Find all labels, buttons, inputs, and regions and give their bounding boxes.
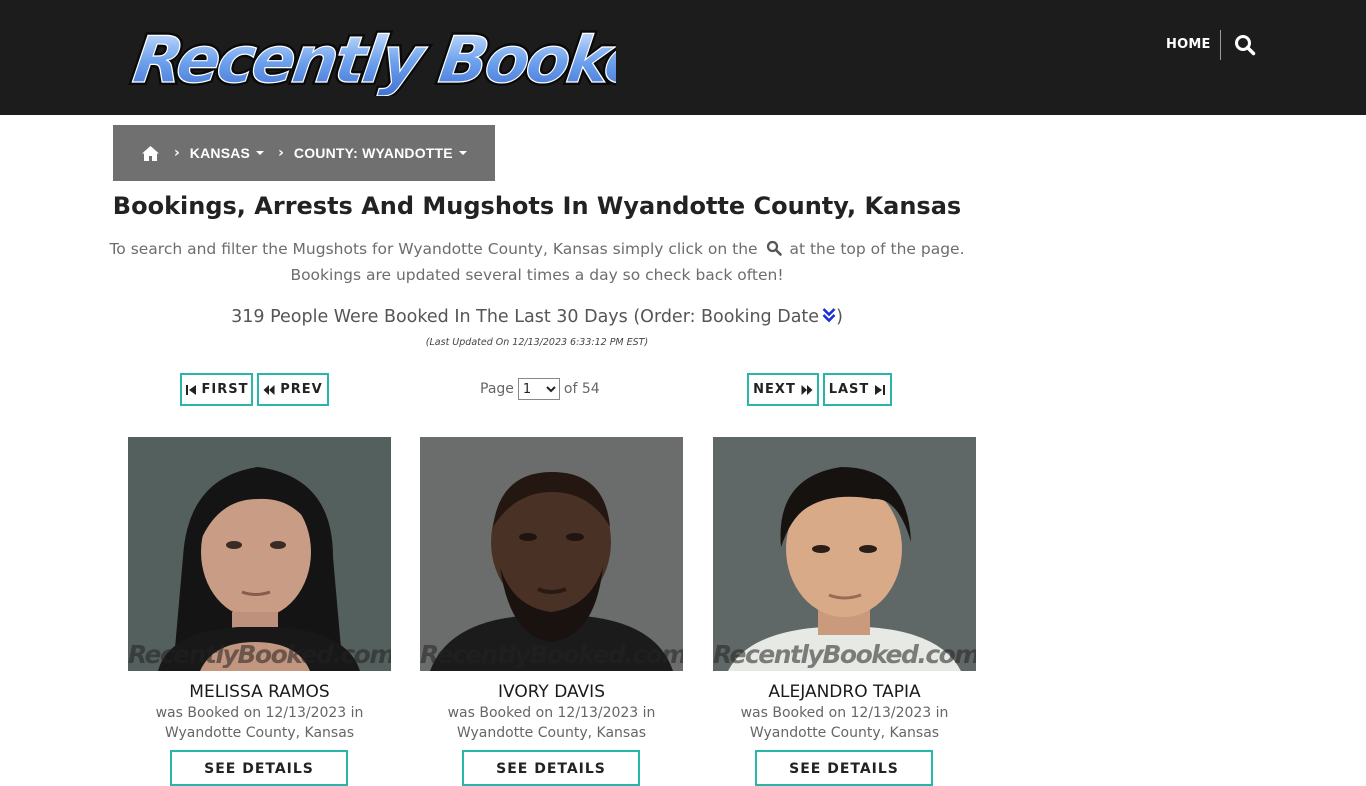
booking-info: was Booked on 12/13/2023 in xyxy=(155,705,364,721)
booking-count-text: 319 People Were Booked In The Last 30 Da… xyxy=(231,307,820,327)
booking-location: Wyandotte County, Kansas xyxy=(456,725,647,741)
svg-text:Recently Booked: Recently Booked xyxy=(129,23,616,96)
caret-down-icon xyxy=(256,151,265,155)
intro-text-line2: Bookings are updated several times a day… xyxy=(290,266,784,284)
home-icon[interactable] xyxy=(141,145,160,162)
last-page-button[interactable]: LAST xyxy=(823,373,892,406)
booking-location: Wyandotte County, Kansas xyxy=(749,725,940,741)
page-total: of 54 xyxy=(563,381,600,397)
last-page-icon xyxy=(875,384,886,395)
first-page-button[interactable]: FIRST xyxy=(180,373,253,406)
last-page-label: LAST xyxy=(828,382,870,397)
intro-text-part2: at the top of the page. xyxy=(789,240,965,258)
nav-home-link[interactable]: HOME xyxy=(1160,34,1217,56)
page-title: Bookings, Arrests And Mugshots In Wyando… xyxy=(112,192,962,220)
forward-icon xyxy=(801,384,813,395)
booking-card: RecentlyBooked.com MELISSA RAMOS was Boo… xyxy=(128,437,391,786)
breadcrumb-separator: › xyxy=(278,145,284,161)
breadcrumb-county-label: COUNTY: WYANDOTTE xyxy=(293,145,453,161)
backward-icon xyxy=(263,384,275,395)
watermark-text: RecentlyBooked.com xyxy=(420,640,683,669)
nav-divider xyxy=(1220,30,1221,60)
booking-location: Wyandotte County, Kansas xyxy=(164,725,355,741)
site-logo[interactable]: Recently Booked Recently Booked xyxy=(126,18,616,96)
first-page-label: FIRST xyxy=(201,382,249,397)
booking-count: 319 People Were Booked In The Last 30 Da… xyxy=(100,303,974,331)
intro-text: To search and filter the Mugshots for Wy… xyxy=(100,236,974,288)
breadcrumb-separator: › xyxy=(174,145,180,161)
see-details-button[interactable]: SEE DETAILS xyxy=(170,750,348,786)
site-header: Recently Booked Recently Booked HOME xyxy=(0,0,1366,115)
search-icon[interactable] xyxy=(766,238,782,256)
page-select[interactable]: 1 xyxy=(517,378,560,400)
page-selector: Page 1 of 54 xyxy=(480,377,600,401)
search-icon[interactable] xyxy=(1234,34,1256,56)
breadcrumb: › KANSAS › COUNTY: WYANDOTTE xyxy=(113,125,495,181)
see-details-button[interactable]: SEE DETAILS xyxy=(462,750,640,786)
booking-card: RecentlyBooked.com ALEJANDRO TAPIA was B… xyxy=(713,437,976,786)
mugshot-photo[interactable]: RecentlyBooked.com xyxy=(128,437,391,671)
booking-count-close: ) xyxy=(836,307,843,327)
caret-down-icon xyxy=(458,151,467,155)
booking-card: RecentlyBooked.com IVORY DAVIS was Booke… xyxy=(420,437,683,786)
next-page-label: NEXT xyxy=(753,382,796,397)
first-page-icon xyxy=(185,384,196,395)
sort-order-icon[interactable] xyxy=(822,304,836,323)
watermark-text: RecentlyBooked.com xyxy=(713,640,976,669)
booking-info: was Booked on 12/13/2023 in xyxy=(447,705,656,721)
page-label: Page xyxy=(480,381,514,397)
mugshot-photo[interactable]: RecentlyBooked.com xyxy=(713,437,976,671)
mugshot-photo[interactable]: RecentlyBooked.com xyxy=(420,437,683,671)
breadcrumb-state-dropdown[interactable]: KANSAS xyxy=(189,145,265,161)
see-details-button[interactable]: SEE DETAILS xyxy=(755,750,933,786)
prev-page-label: PREV xyxy=(280,382,323,397)
booking-info: was Booked on 12/13/2023 in xyxy=(740,705,949,721)
prev-page-button[interactable]: PREV xyxy=(257,373,329,406)
person-name[interactable]: MELISSA RAMOS xyxy=(128,681,391,703)
person-name[interactable]: ALEJANDRO TAPIA xyxy=(713,681,976,703)
breadcrumb-state-label: KANSAS xyxy=(189,145,251,161)
last-updated: (Last Updated On 12/13/2023 6:33:12 PM E… xyxy=(425,337,649,348)
intro-text-part1: To search and filter the Mugshots for Wy… xyxy=(109,240,758,258)
person-name[interactable]: IVORY DAVIS xyxy=(420,681,683,703)
breadcrumb-county-dropdown[interactable]: COUNTY: WYANDOTTE xyxy=(294,145,467,161)
next-page-button[interactable]: NEXT xyxy=(747,373,819,406)
watermark-text: RecentlyBooked.com xyxy=(128,640,391,669)
